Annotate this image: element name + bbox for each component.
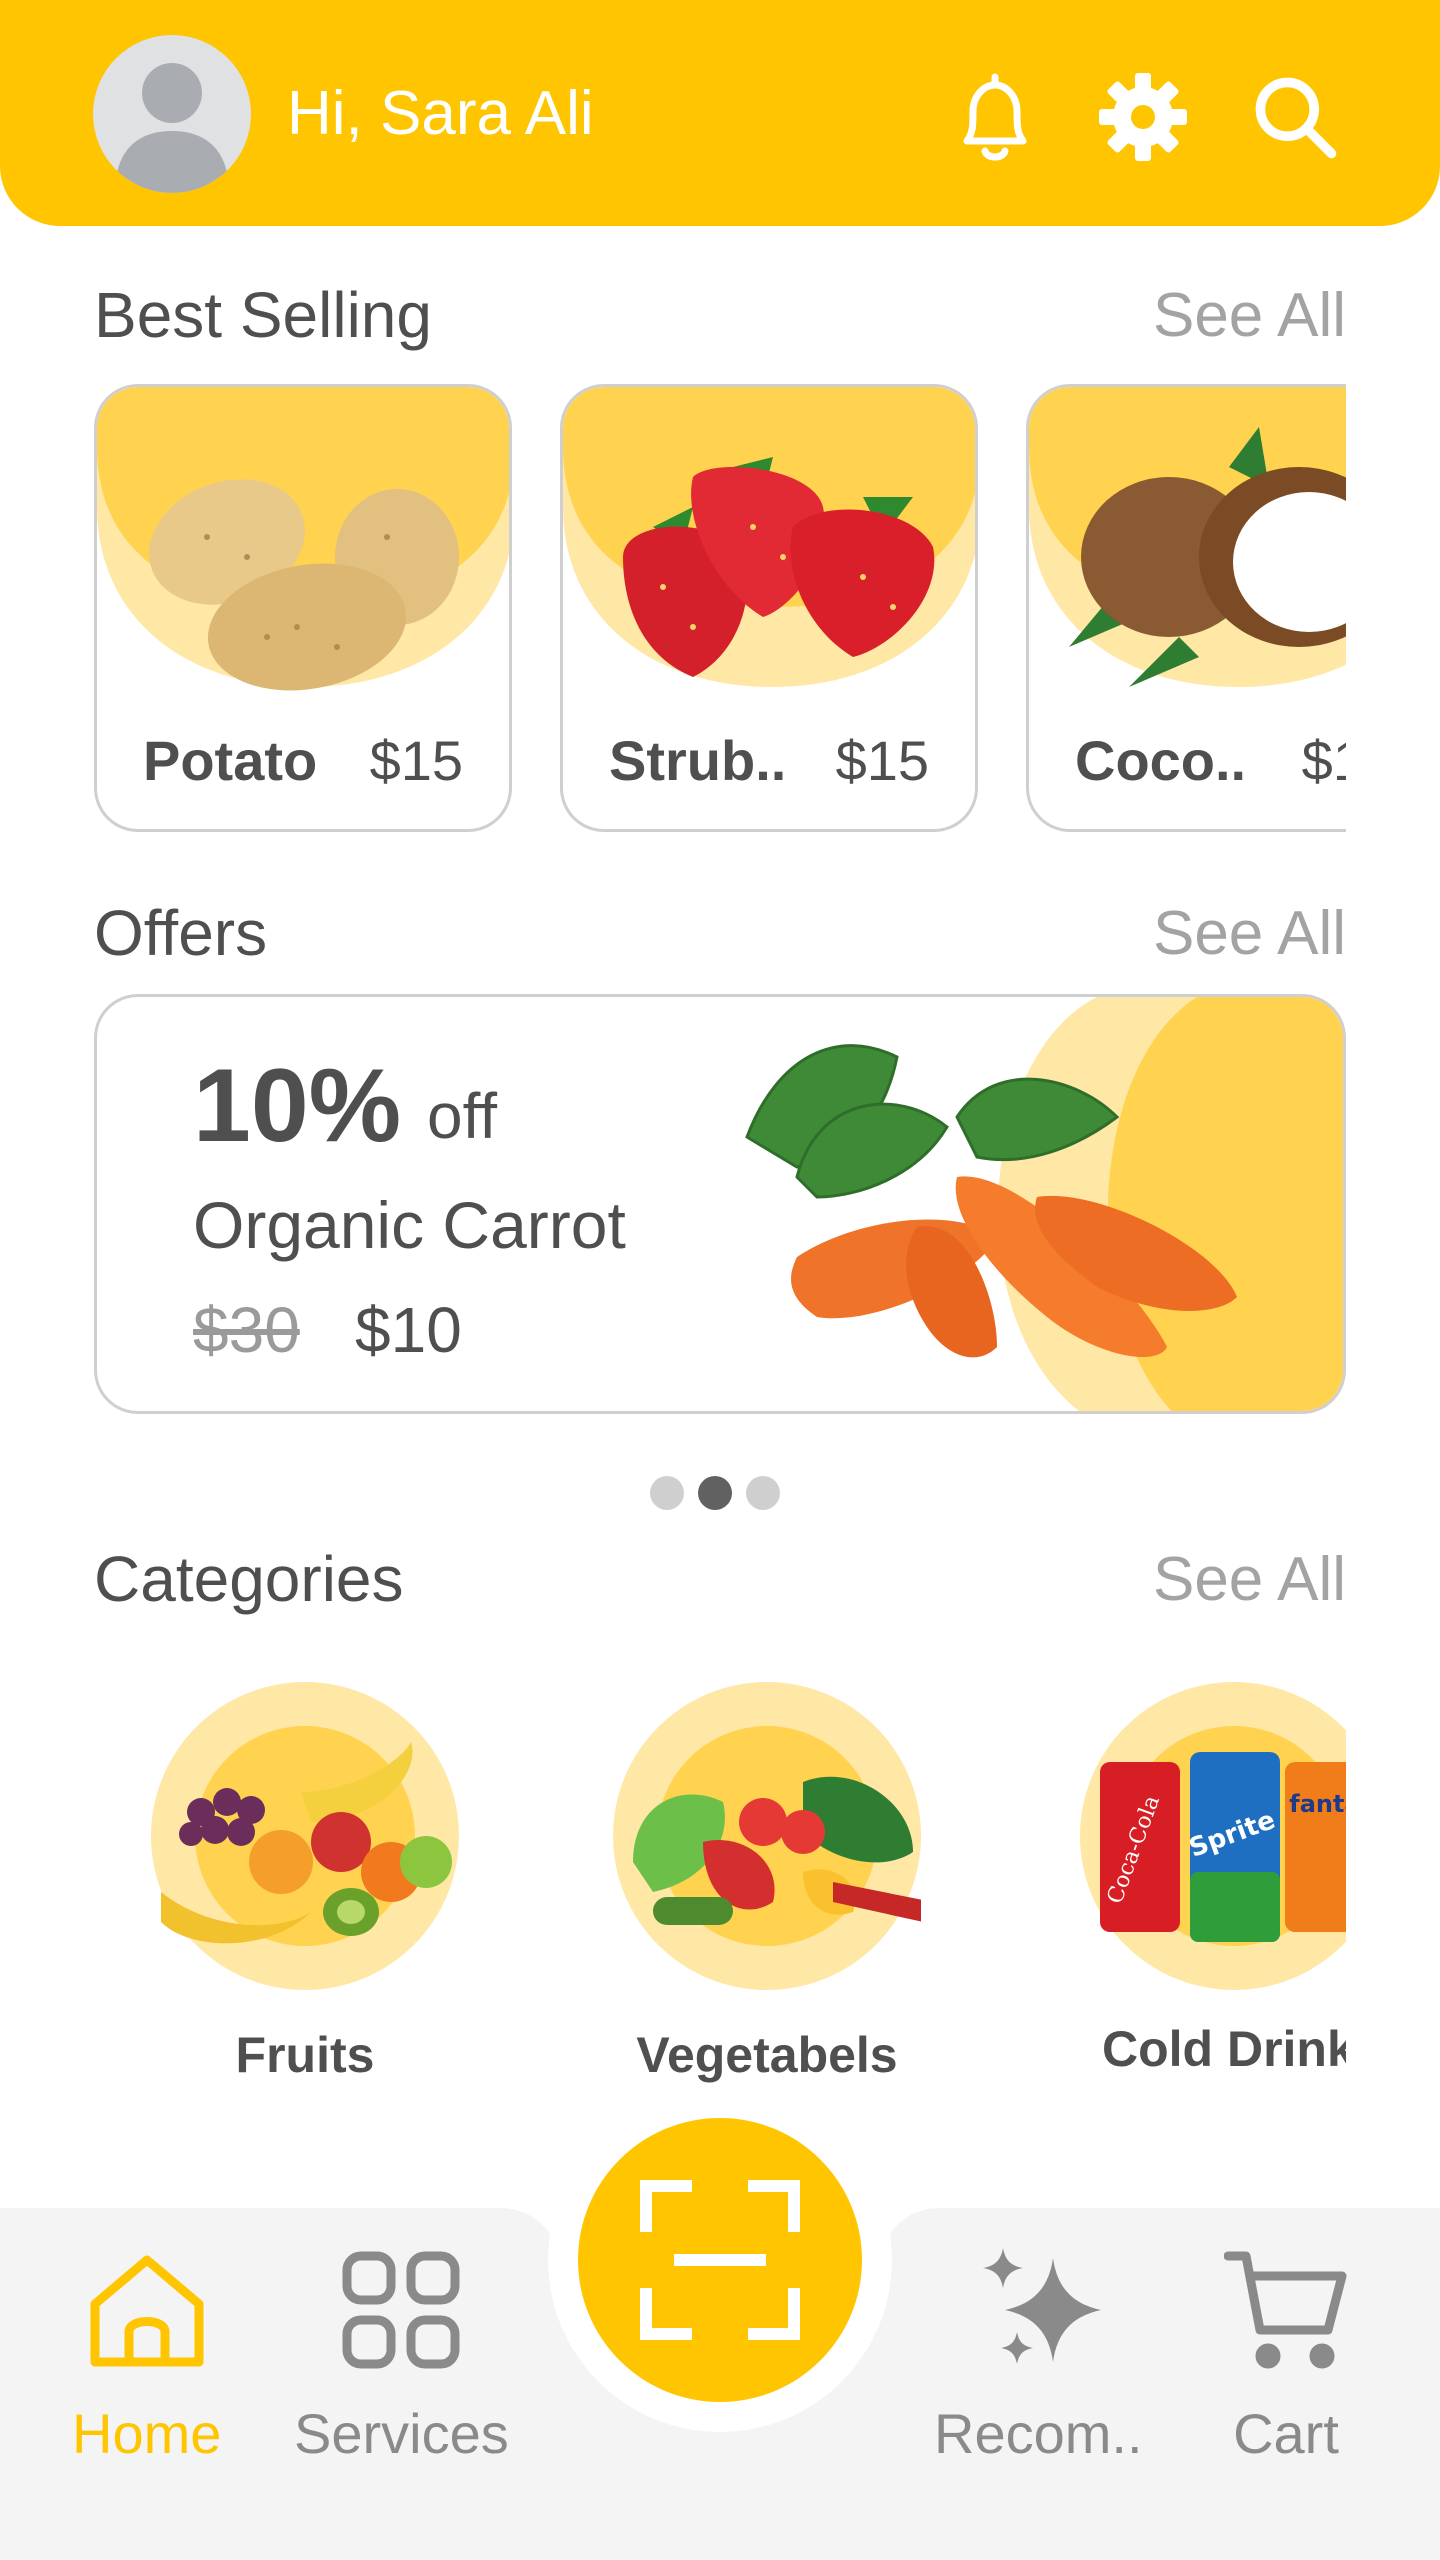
product-name: Potato: [143, 729, 318, 792]
product-price: $15: [1301, 729, 1346, 792]
best-selling-see-all[interactable]: See All: [1153, 280, 1346, 351]
category-label: Vegetabels: [636, 2027, 898, 2083]
category-label: Fruits: [235, 2027, 375, 2083]
product-name: Strub..: [609, 729, 787, 792]
nav-label: Recom..: [934, 2402, 1143, 2465]
scan-button[interactable]: [578, 2118, 862, 2402]
cold-drinks-image: Coca-Cola Sprite fanta: [1080, 1682, 1346, 1990]
svg-text:fanta: fanta: [1289, 1790, 1346, 1818]
offer-banner[interactable]: 10% off Organic Carrot $30 $10: [94, 994, 1346, 1414]
category-cold-drinks[interactable]: Coca-Cola Sprite fanta Cold Drinks: [1080, 1682, 1346, 2078]
app-header: Hi, Sara Ali: [0, 0, 1440, 226]
gear-icon[interactable]: [1088, 62, 1198, 172]
offer-product-name: Organic Carrot: [193, 1188, 626, 1262]
nav-services[interactable]: Services: [294, 2248, 509, 2466]
nav-cart[interactable]: Cart: [1223, 2248, 1348, 2466]
nav-recommendations[interactable]: Recom..: [934, 2248, 1143, 2466]
product-name: Coco..: [1075, 729, 1247, 792]
category-label: Cold Drinks: [1102, 2021, 1346, 2077]
product-price: $15: [835, 729, 929, 792]
category-vegetables[interactable]: Vegetabels: [602, 1682, 933, 2084]
best-selling-carousel[interactable]: Potato $15 Strub.. $15 Coco.. $: [94, 384, 1346, 836]
pagination-dot[interactable]: [746, 1476, 780, 1510]
offer-off-label: off: [427, 1080, 497, 1152]
categories-see-all[interactable]: See All: [1153, 1544, 1346, 1615]
offer-new-price: $10: [355, 1294, 462, 1366]
pagination-dot[interactable]: [650, 1476, 684, 1510]
fruits-image: [151, 1682, 459, 1990]
offer-pagination: [650, 1476, 780, 1510]
offers-title: Offers: [94, 897, 268, 969]
home-icon: [90, 2255, 204, 2367]
nav-home[interactable]: Home: [72, 2248, 221, 2466]
nav-label: Home: [72, 2402, 222, 2465]
sparkle-icon: [983, 2248, 1102, 2364]
nav-label: Cart: [1233, 2402, 1339, 2465]
product-card-potato[interactable]: Potato $15: [94, 384, 512, 832]
categories-title: Categories: [94, 1543, 404, 1615]
greeting-text: Hi, Sara Ali: [287, 79, 594, 148]
vegetables-image: [613, 1682, 933, 1990]
product-card-coconut[interactable]: Coco.. $15: [1026, 384, 1346, 832]
best-selling-title: Best Selling: [94, 279, 432, 351]
product-card-strawberry[interactable]: Strub.. $15: [560, 384, 978, 832]
product-price: $15: [369, 729, 463, 792]
bell-icon[interactable]: [940, 62, 1050, 172]
nav-label: Services: [294, 2402, 509, 2465]
avatar[interactable]: [93, 35, 251, 193]
scan-icon: [640, 2180, 800, 2340]
offer-discount: 10%: [193, 1048, 402, 1164]
search-icon[interactable]: [1240, 62, 1350, 172]
category-fruits[interactable]: Fruits: [140, 1682, 470, 2084]
pagination-dot-active[interactable]: [698, 1476, 732, 1510]
offers-see-all[interactable]: See All: [1153, 898, 1346, 969]
offer-old-price: $30: [193, 1294, 300, 1366]
grid-icon: [342, 2251, 460, 2369]
cart-icon: [1223, 2251, 1347, 2369]
